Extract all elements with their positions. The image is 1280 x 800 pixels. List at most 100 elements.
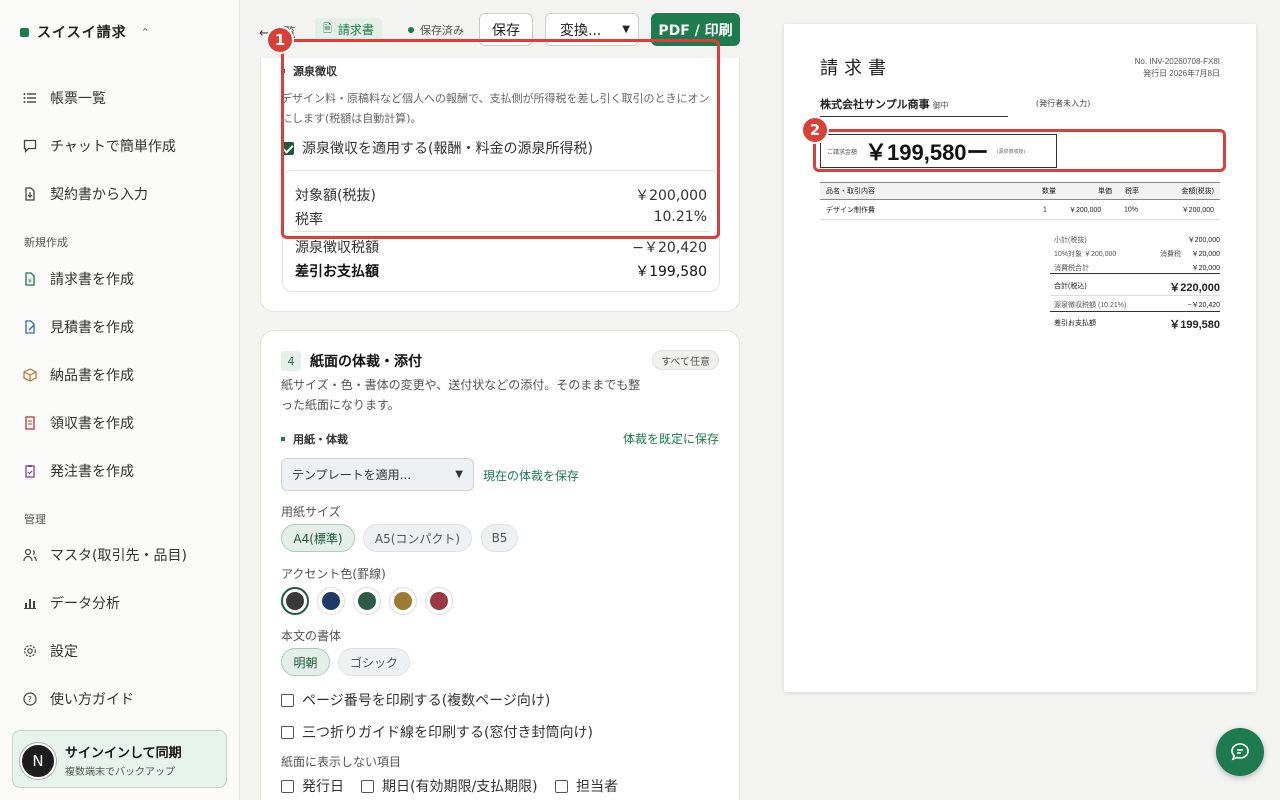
net-value: ￥199,580 — [1169, 319, 1220, 331]
sidebar-item-new-delivery[interactable]: 納品書を作成 — [22, 363, 134, 387]
sidebar-item-chat[interactable]: チャットで簡単作成 — [22, 134, 176, 158]
paper-format-title: 用紙・体裁 — [293, 433, 348, 446]
sidebar-item-guide[interactable]: ? 使い方ガイド — [22, 687, 134, 711]
page-number-checkbox[interactable] — [281, 693, 294, 707]
preview-client-suffix: 御中 — [932, 101, 949, 110]
sidebar-item-new-quote[interactable]: 見積書を作成 — [22, 315, 134, 339]
callout-badge-1: 1 — [266, 26, 294, 54]
withholding-tax-value: −￥20,420 — [632, 240, 707, 256]
font-mincho[interactable]: 明朝 — [281, 648, 330, 676]
invoice-icon: ¥ — [22, 271, 38, 287]
callout-badge-2: 2 — [801, 116, 829, 144]
hide-person-row[interactable]: 担当者 — [555, 776, 618, 796]
fold-guide-checkbox-row[interactable]: 三つ折りガイド線を印刷する(窓付き封筒向け) — [281, 722, 593, 742]
hide-due-date-row[interactable]: 期日(有効期限/支払期限) — [361, 776, 538, 796]
withholding-label: 源泉徴収税額 (10.21%) — [1054, 302, 1127, 309]
hide-items-label: 紙面に表示しない項目 — [281, 755, 402, 769]
sidebar-item-new-invoice[interactable]: ¥ 請求書を作成 — [22, 267, 134, 291]
page-number-checkbox-row[interactable]: ページ番号を印刷する(複数ページ向け) — [281, 690, 550, 710]
accent-swatch-red[interactable] — [425, 587, 453, 615]
sidebar-item-master[interactable]: マスタ(取引先・品目) — [22, 543, 187, 567]
preview-client-name: 株式会社サンプル商事 — [820, 98, 930, 111]
accent-color-label: アクセント色(罫線) — [281, 567, 386, 581]
layout-section-title: 紙面の体裁・添付 — [310, 354, 422, 370]
sidebar-item-label: チャットで簡単作成 — [50, 139, 176, 155]
page-number-label: ページ番号を印刷する(複数ページ向け) — [302, 693, 551, 709]
preview-client: 株式会社サンプル商事 御中 — [820, 96, 1008, 117]
fold-guide-checkbox[interactable] — [281, 725, 294, 739]
preview-title: 請求書 — [820, 58, 892, 79]
swatch-color — [286, 592, 304, 610]
sidebar-item-settings[interactable]: 設定 — [22, 639, 78, 663]
th-item: 品名・取引内容 — [826, 188, 875, 195]
section-heading-manage: 管理 — [24, 513, 46, 526]
net-label: 差引お支払額 — [1054, 320, 1096, 327]
gear-icon — [22, 643, 38, 659]
preview-items-table: 品名・取引内容 数量 単価 税率 金額(税抜) デザイン制作費 1 ￥200,0… — [820, 182, 1220, 220]
save-status-label: 保存済み — [420, 24, 464, 37]
hide-person-checkbox[interactable] — [555, 779, 568, 793]
file-import-icon — [22, 186, 38, 202]
subtotal-row: 小計(税抜) ￥200,000 — [1050, 232, 1220, 246]
sidebar-item-analytics[interactable]: データ分析 — [22, 591, 120, 615]
sidebar-item-new-receipt[interactable]: 領収書を作成 — [22, 411, 134, 435]
app-name: スイスイ請求 — [37, 25, 127, 41]
tax-total-row: 消費税合計 ￥20,000 — [1050, 260, 1220, 274]
layout-card: 4 紙面の体裁・添付 すべて任意 紙サイズ・色・書体の変更や、送付状などの添付。… — [260, 330, 740, 800]
paper-size-b5[interactable]: B5 — [481, 524, 518, 552]
table-header: 品名・取引内容 数量 単価 税率 金額(税抜) — [820, 182, 1220, 200]
template-select[interactable]: テンプレートを適用... ▼ — [281, 458, 474, 491]
layout-description-line2: った紙面になります。 — [281, 398, 400, 412]
save-default-layout-link[interactable]: 体裁を既定に保存 — [623, 430, 719, 447]
doc-type-chip: 🗎 請求書 — [315, 18, 382, 40]
sidebar-item-contract[interactable]: 契約書から入力 — [22, 182, 148, 206]
font-label: 本文の書体 — [281, 629, 342, 643]
callout-box-1 — [281, 39, 720, 239]
layout-description-line1: 紙サイズ・色・書体の変更や、送付状などの添付。そのままでも整 — [281, 378, 641, 392]
order-icon — [22, 463, 38, 479]
sidebar-item-label: マスタ(取引先・品目) — [50, 548, 187, 564]
th-amount: 金額(税抜) — [1181, 188, 1214, 195]
accent-swatch-gold[interactable] — [389, 587, 417, 615]
tax-total-label: 消費税合計 — [1054, 265, 1089, 272]
list-icon — [22, 90, 38, 106]
paper-size-a5[interactable]: A5(コンパクト) — [363, 524, 472, 552]
accent-swatch-navy[interactable] — [317, 587, 345, 615]
sidebar: スイスイ請求 ⌃ 帳票一覧 チャットで簡単作成 契約書から入力 新規作成 ¥ 請… — [0, 0, 240, 800]
hide-due-date-label: 期日(有効期限/支払期限) — [382, 779, 538, 795]
chevron-down-icon: ▼ — [455, 469, 463, 480]
accent-swatch-charcoal[interactable] — [281, 587, 309, 615]
chat-assistant-button[interactable] — [1216, 728, 1264, 776]
paper-size-label: 用紙サイズ — [281, 505, 341, 519]
tax-label: 消費税 — [1160, 251, 1181, 258]
app-switcher[interactable]: スイスイ請求 ⌃ — [20, 22, 151, 42]
paper-size-a4[interactable]: A4(標準) — [281, 524, 355, 552]
quote-icon — [22, 319, 38, 335]
grand-total-row: 合計(税込) ￥220,000 — [1050, 274, 1220, 296]
brand-logo — [20, 27, 29, 37]
fold-guide-label: 三つ折りガイド線を印刷する(窓付き封筒向け) — [302, 725, 593, 741]
hide-issue-date-row[interactable]: 発行日 — [281, 776, 344, 796]
sidebar-item-label: 発注書を作成 — [50, 464, 134, 480]
sidebar-item-label: 領収書を作成 — [50, 416, 134, 432]
avatar: N — [20, 743, 56, 779]
signin-sync-button[interactable]: N サインインして同期 複数端末でバックアップ — [12, 730, 227, 788]
help-icon: ? — [22, 691, 38, 707]
sidebar-item-list[interactable]: 帳票一覧 — [22, 86, 106, 110]
sidebar-item-new-order[interactable]: 発注書を作成 — [22, 459, 134, 483]
accent-swatch-green[interactable] — [353, 587, 381, 615]
hide-issue-date-label: 発行日 — [302, 779, 344, 795]
hide-issue-date-checkbox[interactable] — [281, 779, 294, 793]
callout-box-2 — [813, 129, 1226, 172]
save-current-layout-link[interactable]: 現在の体裁を保存 — [483, 467, 579, 484]
svg-text:?: ? — [28, 695, 32, 704]
hide-due-date-checkbox[interactable] — [361, 779, 374, 793]
doc-type-label: 請求書 — [337, 22, 374, 37]
preview-meta: No. INV-20260708-FX8I 発行日 2026年7月8日 — [1135, 56, 1220, 80]
tax-target-label: 10%対象 ￥200,000 — [1054, 251, 1117, 258]
cell-amount: ￥200,000 — [1181, 206, 1214, 214]
template-select-value: テンプレートを適用... — [292, 468, 412, 482]
sidebar-item-label: 請求書を作成 — [50, 272, 134, 288]
font-gothic[interactable]: ゴシック — [338, 648, 410, 676]
layout-description: 紙サイズ・色・書体の変更や、送付状などの添付。そのままでも整 った紙面になります… — [281, 375, 640, 415]
